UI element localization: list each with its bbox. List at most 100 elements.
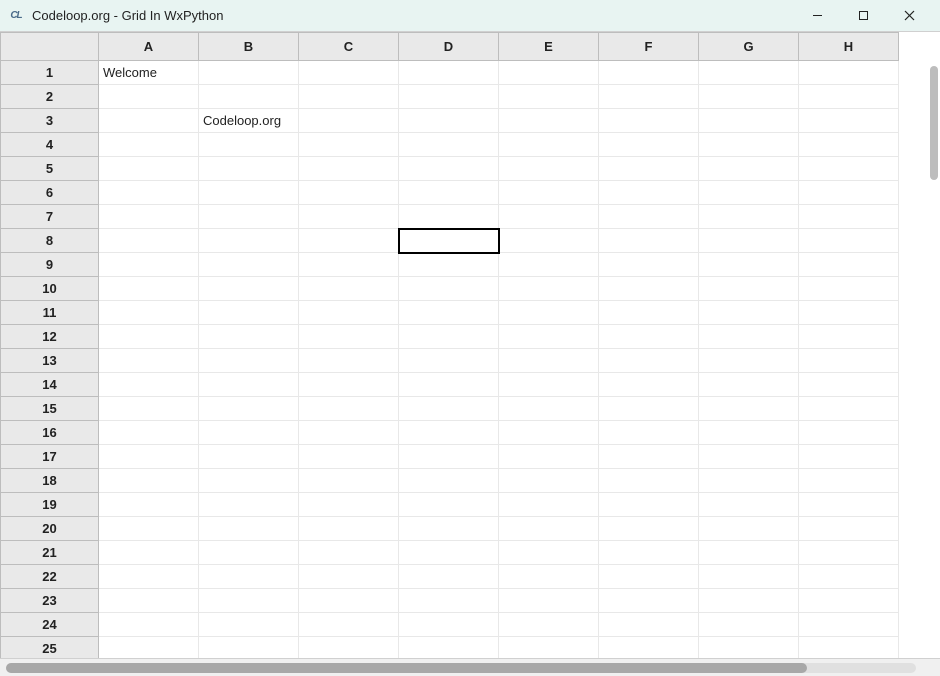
close-button[interactable]	[886, 1, 932, 31]
cell-H20[interactable]	[799, 517, 899, 541]
cell-A1[interactable]: Welcome	[99, 61, 199, 85]
cell-D9[interactable]	[399, 253, 499, 277]
cell-C18[interactable]	[299, 469, 399, 493]
cell-E11[interactable]	[499, 301, 599, 325]
cell-C12[interactable]	[299, 325, 399, 349]
cell-F5[interactable]	[599, 157, 699, 181]
cell-G24[interactable]	[699, 613, 799, 637]
cell-B1[interactable]	[199, 61, 299, 85]
cell-G16[interactable]	[699, 421, 799, 445]
cell-B20[interactable]	[199, 517, 299, 541]
cell-F21[interactable]	[599, 541, 699, 565]
cell-G15[interactable]	[699, 397, 799, 421]
col-header-F[interactable]: F	[599, 33, 699, 61]
cell-B14[interactable]	[199, 373, 299, 397]
cell-B25[interactable]	[199, 637, 299, 659]
cell-B16[interactable]	[199, 421, 299, 445]
cell-E8[interactable]	[499, 229, 599, 253]
cell-C10[interactable]	[299, 277, 399, 301]
cell-H6[interactable]	[799, 181, 899, 205]
cell-E6[interactable]	[499, 181, 599, 205]
cell-A9[interactable]	[99, 253, 199, 277]
cell-E23[interactable]	[499, 589, 599, 613]
cell-H11[interactable]	[799, 301, 899, 325]
cell-A12[interactable]	[99, 325, 199, 349]
cell-D12[interactable]	[399, 325, 499, 349]
cell-G6[interactable]	[699, 181, 799, 205]
row-header-17[interactable]: 17	[1, 445, 99, 469]
cell-F4[interactable]	[599, 133, 699, 157]
col-header-B[interactable]: B	[199, 33, 299, 61]
col-header-G[interactable]: G	[699, 33, 799, 61]
cell-H13[interactable]	[799, 349, 899, 373]
cell-A15[interactable]	[99, 397, 199, 421]
row-header-16[interactable]: 16	[1, 421, 99, 445]
cell-E12[interactable]	[499, 325, 599, 349]
cell-F24[interactable]	[599, 613, 699, 637]
cell-F10[interactable]	[599, 277, 699, 301]
cell-B6[interactable]	[199, 181, 299, 205]
cell-C8[interactable]	[299, 229, 399, 253]
cell-H10[interactable]	[799, 277, 899, 301]
cell-C6[interactable]	[299, 181, 399, 205]
cell-E7[interactable]	[499, 205, 599, 229]
cell-B13[interactable]	[199, 349, 299, 373]
row-header-22[interactable]: 22	[1, 565, 99, 589]
cell-E10[interactable]	[499, 277, 599, 301]
cell-D17[interactable]	[399, 445, 499, 469]
row-header-23[interactable]: 23	[1, 589, 99, 613]
cell-G9[interactable]	[699, 253, 799, 277]
cell-A17[interactable]	[99, 445, 199, 469]
cell-D4[interactable]	[399, 133, 499, 157]
cell-F7[interactable]	[599, 205, 699, 229]
row-header-5[interactable]: 5	[1, 157, 99, 181]
vertical-scrollbar[interactable]	[930, 66, 938, 638]
cell-C23[interactable]	[299, 589, 399, 613]
cell-D19[interactable]	[399, 493, 499, 517]
cell-H16[interactable]	[799, 421, 899, 445]
cell-H8[interactable]	[799, 229, 899, 253]
vertical-scroll-thumb[interactable]	[930, 66, 938, 180]
cell-D21[interactable]	[399, 541, 499, 565]
cell-A13[interactable]	[99, 349, 199, 373]
cell-B18[interactable]	[199, 469, 299, 493]
row-header-20[interactable]: 20	[1, 517, 99, 541]
cell-H12[interactable]	[799, 325, 899, 349]
cell-C25[interactable]	[299, 637, 399, 659]
cell-F23[interactable]	[599, 589, 699, 613]
cell-C19[interactable]	[299, 493, 399, 517]
cell-H3[interactable]	[799, 109, 899, 133]
cell-D13[interactable]	[399, 349, 499, 373]
cell-C15[interactable]	[299, 397, 399, 421]
cell-C22[interactable]	[299, 565, 399, 589]
cell-G14[interactable]	[699, 373, 799, 397]
horizontal-scrollbar[interactable]	[6, 663, 916, 673]
row-header-13[interactable]: 13	[1, 349, 99, 373]
cell-E14[interactable]	[499, 373, 599, 397]
cell-G25[interactable]	[699, 637, 799, 659]
cell-G4[interactable]	[699, 133, 799, 157]
cell-A23[interactable]	[99, 589, 199, 613]
cell-D25[interactable]	[399, 637, 499, 659]
cell-B11[interactable]	[199, 301, 299, 325]
cell-C9[interactable]	[299, 253, 399, 277]
cell-F17[interactable]	[599, 445, 699, 469]
cell-E3[interactable]	[499, 109, 599, 133]
row-header-25[interactable]: 25	[1, 637, 99, 659]
cell-D6[interactable]	[399, 181, 499, 205]
cell-E5[interactable]	[499, 157, 599, 181]
cell-A11[interactable]	[99, 301, 199, 325]
cell-E17[interactable]	[499, 445, 599, 469]
row-header-6[interactable]: 6	[1, 181, 99, 205]
cell-C11[interactable]	[299, 301, 399, 325]
cell-E15[interactable]	[499, 397, 599, 421]
cell-H7[interactable]	[799, 205, 899, 229]
maximize-button[interactable]	[840, 1, 886, 31]
cell-H14[interactable]	[799, 373, 899, 397]
cell-H24[interactable]	[799, 613, 899, 637]
row-header-24[interactable]: 24	[1, 613, 99, 637]
cell-E22[interactable]	[499, 565, 599, 589]
cell-H23[interactable]	[799, 589, 899, 613]
cell-A5[interactable]	[99, 157, 199, 181]
cell-C21[interactable]	[299, 541, 399, 565]
